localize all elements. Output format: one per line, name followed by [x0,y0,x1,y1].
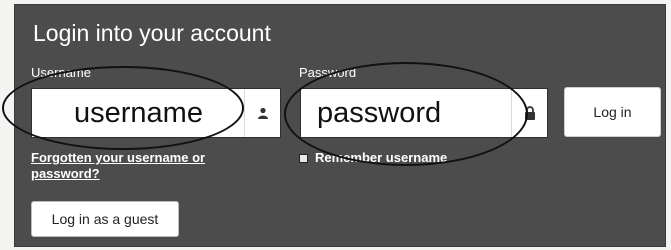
forgot-credentials-link[interactable]: Forgotten your username or password? [31,150,271,182]
lock-icon [511,89,547,137]
login-button[interactable]: Log in [564,87,661,137]
panel-title: Login into your account [33,20,271,46]
username-input[interactable] [32,89,246,137]
username-field-group [31,88,281,138]
password-label: Password [299,65,357,80]
user-icon [244,89,280,137]
remember-username[interactable]: Remember username [299,150,447,166]
guest-login-button[interactable]: Log in as a guest [31,201,179,237]
remember-label: Remember username [315,150,448,165]
password-field-group [300,88,548,138]
remember-checkbox[interactable] [299,153,308,163]
username-label: Username [31,65,91,80]
password-input[interactable] [301,89,513,137]
login-panel: Login into your account Username Passwor… [14,4,666,247]
